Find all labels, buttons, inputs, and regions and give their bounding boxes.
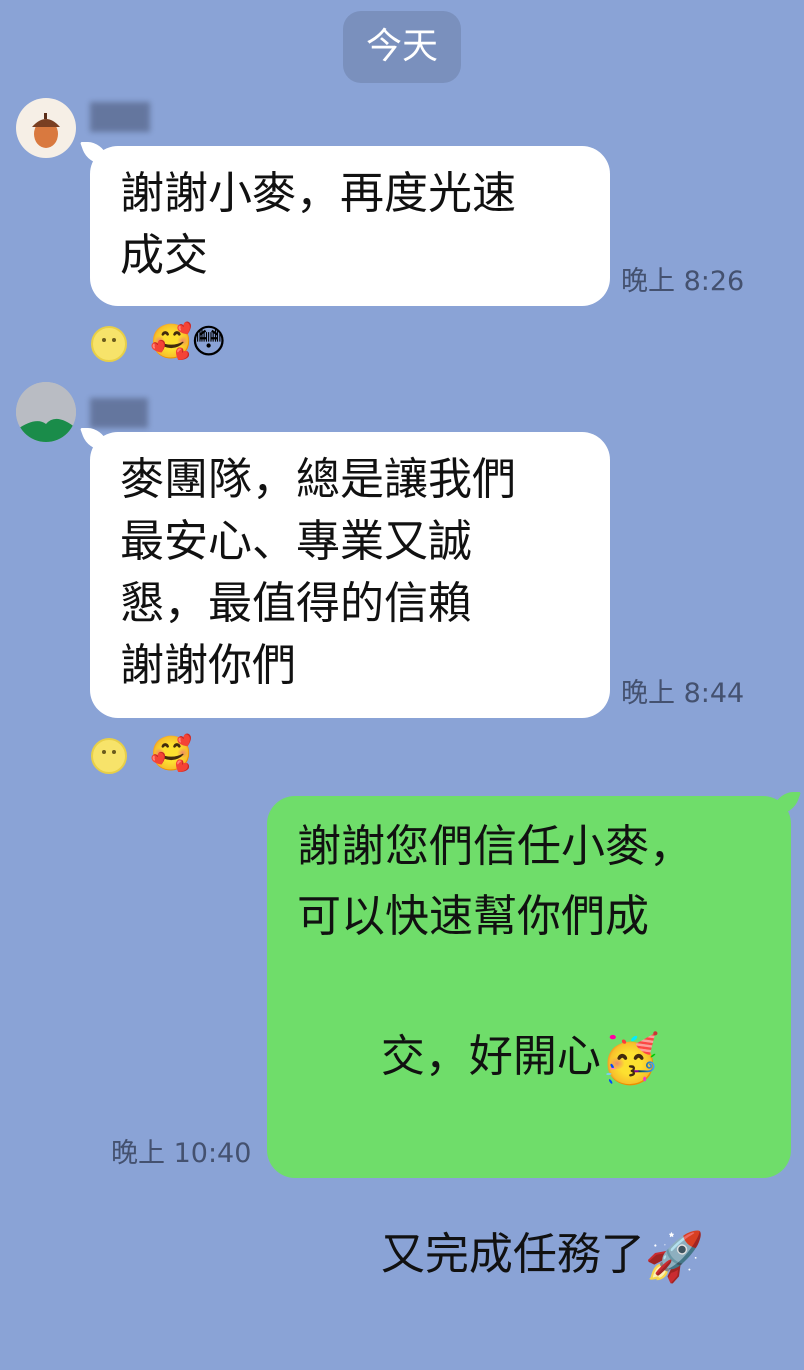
sender-avatar[interactable]: [16, 382, 76, 442]
celebrate-sticker-icon: 🥳: [600, 1031, 661, 1087]
reaction-heart-eyes-icon[interactable]: 🥰: [150, 734, 192, 774]
reaction-smiley-icon[interactable]: [91, 326, 127, 362]
message-text: 麥團隊，總是讓我們: [120, 454, 516, 505]
rocket-icon: 🚀: [644, 1229, 705, 1285]
date-separator: 今天: [343, 11, 461, 83]
message-text: 又完成任務了: [380, 1229, 645, 1280]
message-bubble[interactable]: 謝謝您們信任小麥， 可以快速幫你們成 交，好開心🥳 又完成任務了🚀: [267, 796, 791, 1285]
sender-avatar[interactable]: [16, 98, 76, 158]
reaction-heart-eyes-icon[interactable]: 🥰: [150, 322, 192, 362]
message-text: 謝謝你們: [120, 640, 296, 691]
message-text: 謝謝您們信任小麥，: [297, 821, 693, 872]
message-text: 懇，最值得的信賴: [120, 578, 472, 629]
message-text: 可以快速幫你們成: [297, 891, 649, 942]
message-time: 晚上 8:26: [621, 266, 745, 297]
sender-name-redacted: [90, 102, 150, 132]
message-text: 謝謝小麥，再度光速: [120, 168, 516, 219]
message-bubble[interactable]: 謝謝小麥，再度光速 成交: [90, 146, 610, 306]
reaction-sticker-icon[interactable]: 😳: [191, 322, 226, 362]
message-bubble[interactable]: 麥團隊，總是讓我們 最安心、專業又誠 懇，最值得的信賴 謝謝你們: [90, 432, 610, 718]
message-text: 交，好開心: [380, 1031, 601, 1082]
message-text: 成交: [120, 230, 208, 281]
sender-name-redacted: [90, 398, 148, 428]
reaction-smiley-icon[interactable]: [91, 738, 127, 774]
acorn-icon: [32, 113, 60, 148]
message-text: 最安心、專業又誠: [120, 516, 472, 567]
message-time: 晚上 8:44: [621, 678, 745, 709]
landscape-icon: [16, 382, 76, 442]
message-time: 晚上 10:40: [111, 1138, 252, 1169]
